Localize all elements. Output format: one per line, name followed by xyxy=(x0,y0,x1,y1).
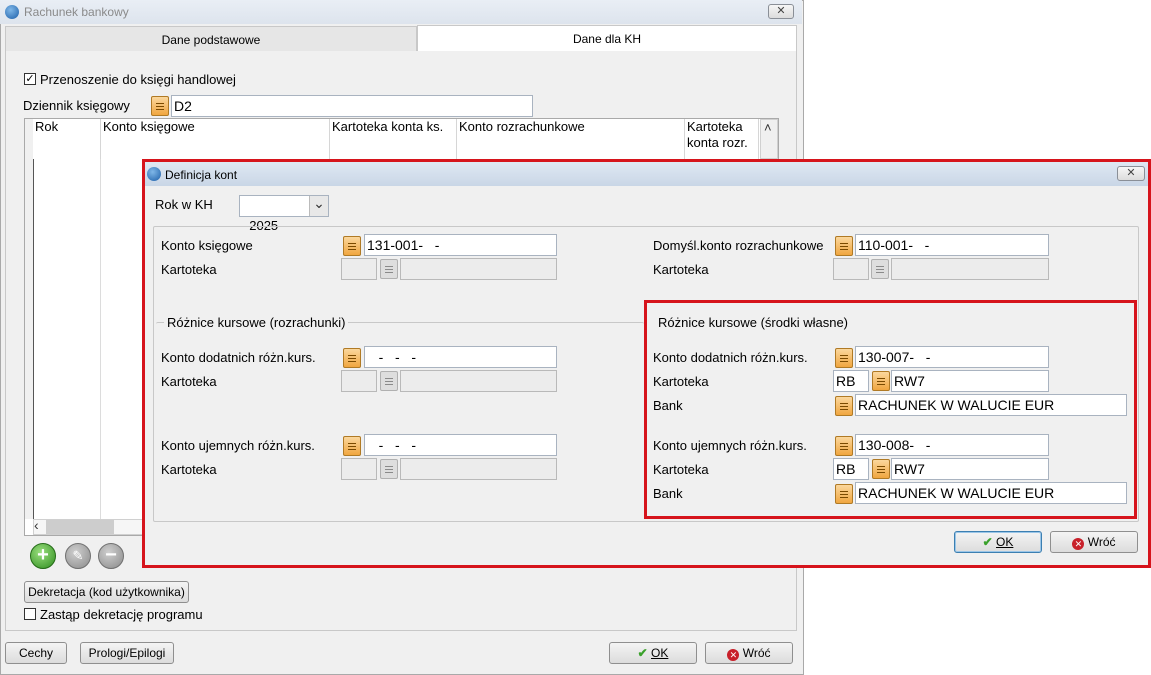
grid-header-settlement-account[interactable]: Konto rozrachunkowe xyxy=(457,119,685,159)
grid-header-account[interactable]: Konto księgowe xyxy=(101,119,330,159)
back-label: Wróć xyxy=(742,646,771,660)
grid-scroll-up-icon[interactable]: ˄ xyxy=(764,120,772,135)
grid-header-settlement-card[interactable]: Kartoteka konta rozr. xyxy=(685,119,759,159)
window-title: Rachunek bankowy xyxy=(24,5,129,19)
window-close-button[interactable]: ✕ xyxy=(768,4,794,19)
journal-label: Dziennik księgowy xyxy=(23,98,130,113)
add-row-button[interactable]: + xyxy=(30,543,56,569)
grid-horizontal-thumb[interactable] xyxy=(46,520,114,534)
highlight-own-funds-frame xyxy=(644,300,1137,519)
edit-icon: ✎ xyxy=(72,548,84,563)
transfer-checkbox[interactable]: ✓ xyxy=(24,73,36,85)
grid-header-year[interactable]: Rok xyxy=(33,119,101,159)
ok-label: OK xyxy=(651,646,669,660)
replace-decree-checkbox[interactable] xyxy=(24,608,36,620)
tab-basic-data[interactable]: Dane podstawowe xyxy=(5,26,417,52)
grid-scroll-left-icon[interactable]: ‹ xyxy=(34,517,39,533)
back-return-button[interactable]: ✕ Wróć xyxy=(705,642,793,664)
minus-icon: − xyxy=(105,544,117,566)
edit-row-button[interactable]: ✎ xyxy=(65,543,91,569)
remove-row-button[interactable]: − xyxy=(98,543,124,569)
grid-header-account-card[interactable]: Kartoteka konta ks. xyxy=(330,119,457,159)
decree-user-code-button[interactable]: Dekretacja (kod użytkownika) xyxy=(24,581,189,603)
journal-field[interactable]: D2 xyxy=(171,95,533,117)
transfer-checkbox-label: Przenoszenie do księgi handlowej xyxy=(40,72,236,87)
app-icon xyxy=(5,5,19,19)
journal-lookup-icon[interactable] xyxy=(151,96,169,116)
back-icon: ✕ xyxy=(727,649,740,661)
replace-decree-label: Zastąp dekretację programu xyxy=(40,607,203,622)
tab-kh-data[interactable]: Dane dla KH xyxy=(417,25,797,52)
grid-row-indicator-column xyxy=(25,119,34,519)
plus-icon: + xyxy=(37,544,49,566)
back-ok-button[interactable]: ✔ OK xyxy=(609,642,697,664)
grid-column-divider xyxy=(100,159,101,519)
features-button[interactable]: Cechy xyxy=(5,642,67,664)
ok-check-icon: ✔ xyxy=(637,646,648,660)
prologs-epilogs-button[interactable]: Prologi/Epilogi xyxy=(80,642,174,664)
